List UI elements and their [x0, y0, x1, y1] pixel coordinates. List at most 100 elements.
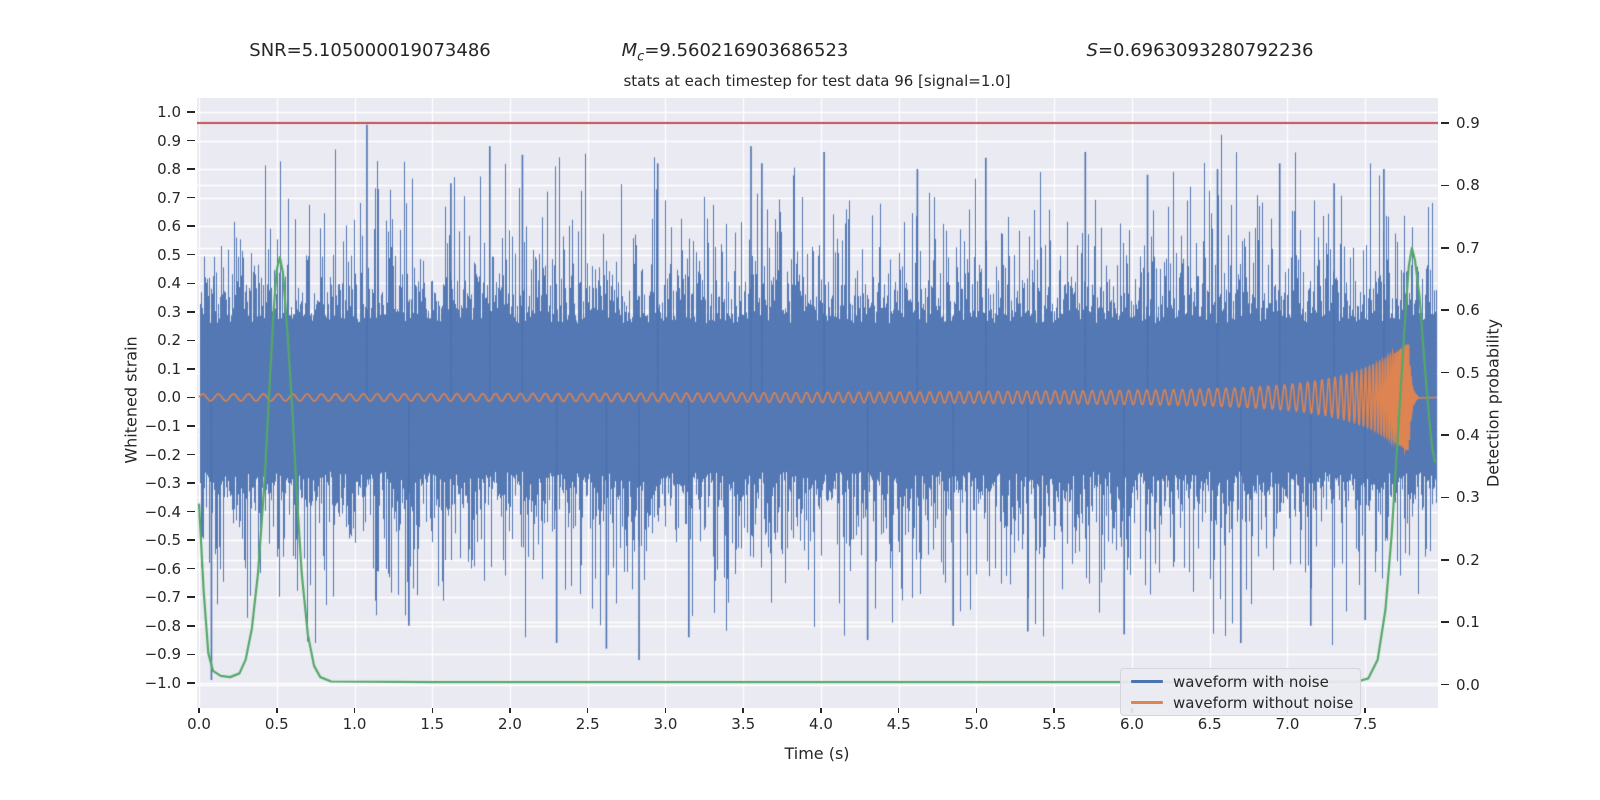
- x-tick-mark: [276, 708, 278, 713]
- y-left-tick-label: −0.1: [144, 416, 181, 435]
- y-right-tick-mark: [1441, 122, 1449, 124]
- y-left-tick-label: −0.7: [144, 588, 181, 607]
- y-right-tick-mark: [1441, 371, 1449, 374]
- y-left-tick-label: −1.0: [144, 673, 181, 692]
- x-tick-mark: [353, 708, 356, 713]
- y-right-tick-mark: [1441, 184, 1449, 187]
- x-tick-label: 1.0: [342, 715, 367, 733]
- x-tick-mark: [975, 708, 978, 713]
- y-left-tick-label: 1.0: [157, 102, 181, 121]
- y-left-tick-label: 0.3: [157, 302, 181, 321]
- x-tick-mark: [586, 708, 589, 713]
- stat-snr-text: SNR=5.105000019073486: [249, 40, 491, 61]
- y-right-tick-label: 0.1: [1456, 613, 1480, 632]
- y-left-tick-label: 0.9: [157, 131, 181, 150]
- stat-snr: SNR=5.105000019073486: [249, 40, 490, 61]
- x-tick-mark: [897, 708, 900, 713]
- y-left-tick-label: 0.0: [157, 388, 181, 407]
- y-right-tick-label: 0.5: [1456, 363, 1480, 382]
- legend-label: waveform with noise: [1173, 672, 1329, 691]
- y-right-tick-label: 0.9: [1456, 114, 1480, 133]
- legend-item: waveform without noise: [1131, 692, 1360, 713]
- y-left-tick-mark: [187, 539, 195, 541]
- y-left-tick-label: 0.8: [157, 160, 181, 179]
- stat-mc-value: =9.560216903686523: [644, 40, 849, 61]
- y-left-tick-mark: [187, 510, 195, 513]
- x-tick-label: 6.0: [1120, 715, 1144, 733]
- y-left-tick-label: −0.2: [144, 445, 181, 464]
- y-right-tick-label: 0.0: [1456, 675, 1480, 694]
- x-tick-label: 4.5: [886, 715, 911, 733]
- x-tick-label: 5.0: [964, 715, 989, 733]
- x-tick-label: 0.0: [187, 715, 211, 733]
- x-tick-label: 4.0: [809, 715, 833, 733]
- y-left-tick-mark: [187, 311, 195, 313]
- y-left-tick-label: 0.2: [157, 331, 181, 350]
- y-right-tick-mark: [1441, 496, 1449, 499]
- y-left-tick-label: 0.7: [157, 188, 181, 207]
- y-left-tick-mark: [187, 139, 195, 142]
- y-axis-left-label: Whitened strain: [121, 336, 141, 464]
- x-tick-label: 3.5: [731, 715, 756, 733]
- y-left-tick-mark: [187, 196, 195, 199]
- figure: SNR=5.105000019073486 Mc=9.5602169036865…: [0, 0, 1600, 800]
- y-left-tick-mark: [187, 453, 195, 456]
- x-tick-label: 6.5: [1197, 715, 1222, 733]
- y-right-tick-mark: [1441, 621, 1449, 623]
- y-right-tick-mark: [1441, 559, 1449, 561]
- y-left-tick-mark: [187, 253, 195, 256]
- y-left-tick-mark: [187, 682, 195, 684]
- x-tick-label: 3.0: [653, 715, 678, 733]
- x-axis-label: Time (s): [784, 744, 850, 763]
- x-tick-label: 0.5: [264, 715, 289, 733]
- x-tick-label: 7.5: [1353, 715, 1378, 733]
- y-left-tick-label: −0.4: [144, 502, 181, 521]
- y-left-tick-label: −0.3: [144, 474, 181, 493]
- y-left-tick-label: −0.5: [144, 531, 181, 550]
- chart-title: stats at each timestep for test data 96 …: [623, 72, 1011, 90]
- y-right-tick-mark: [1441, 434, 1449, 436]
- y-left-tick-label: −0.8: [144, 616, 181, 635]
- y-left-tick-mark: [187, 225, 195, 227]
- y-left-tick-mark: [187, 425, 195, 427]
- y-right-tick-mark: [1441, 309, 1449, 311]
- stat-mc-symbol: M: [621, 40, 638, 61]
- y-left-tick-mark: [187, 111, 195, 113]
- y-left-tick-mark: [187, 339, 195, 342]
- x-tick-mark: [742, 708, 744, 713]
- x-tick-mark: [509, 708, 511, 713]
- stat-chirp-mass: Mc=9.560216903686523: [622, 40, 849, 65]
- y-right-tick-label: 0.4: [1456, 426, 1480, 444]
- stat-s-symbol: S: [1086, 40, 1098, 61]
- y-left-tick-mark: [187, 625, 195, 627]
- y-left-tick-mark: [187, 567, 195, 570]
- stat-significance: S=0.6963093280792236: [1087, 40, 1314, 61]
- legend-line-swatch: [1131, 680, 1163, 683]
- x-tick-mark: [431, 708, 433, 713]
- y-left-tick-label: −0.9: [144, 645, 181, 664]
- legend: waveform with noise waveform without nois…: [1120, 668, 1361, 716]
- y-left-tick-label: 0.1: [157, 359, 181, 378]
- y-left-tick-label: 0.5: [157, 245, 181, 264]
- y-left-tick-mark: [187, 368, 195, 370]
- legend-item: waveform with noise: [1131, 671, 1360, 692]
- y-left-tick-mark: [187, 482, 195, 484]
- stat-mc-subscript: c: [637, 49, 645, 65]
- y-axis-right-label: Detection probability: [1483, 318, 1503, 488]
- x-tick-mark: [1053, 708, 1055, 713]
- y-right-tick-mark: [1441, 683, 1449, 686]
- x-tick-label: 2.5: [575, 715, 600, 733]
- y-left-tick-mark: [187, 168, 195, 170]
- y-right-tick-label: 0.8: [1456, 176, 1480, 195]
- x-tick-mark: [198, 708, 200, 713]
- x-tick-mark: [1364, 708, 1366, 713]
- y-left-tick-mark: [187, 396, 195, 399]
- plot-canvas: [197, 98, 1438, 708]
- y-left-tick-mark: [187, 596, 195, 598]
- y-left-tick-mark: [187, 653, 195, 656]
- x-tick-label: 1.5: [420, 715, 445, 733]
- y-left-tick-label: 0.6: [157, 217, 181, 236]
- y-right-tick-mark: [1441, 247, 1449, 249]
- legend-line-swatch: [1131, 701, 1163, 704]
- y-left-tick-mark: [187, 282, 195, 284]
